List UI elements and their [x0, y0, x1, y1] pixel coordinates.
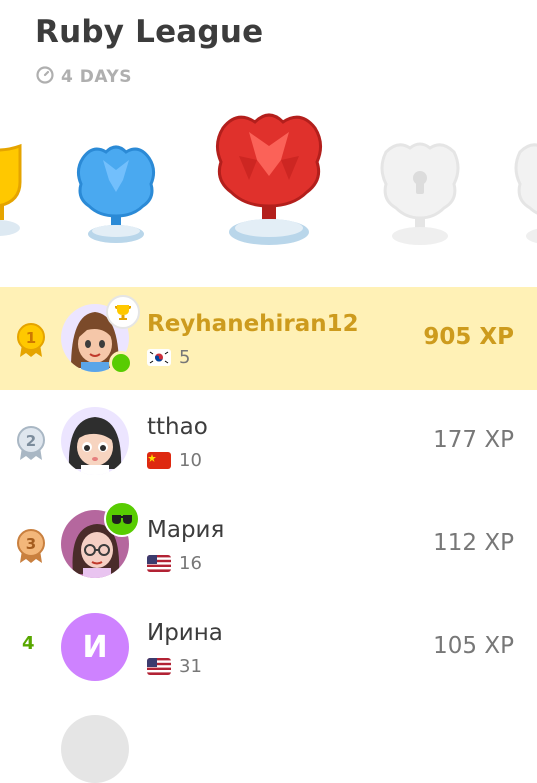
- bronze-medal-icon: 3: [17, 529, 45, 563]
- ruby-trophy-icon: [216, 113, 322, 245]
- leaderboard-row-1[interactable]: 1 Reyhanehiran12 5 905 XP: [0, 287, 537, 390]
- avatar[interactable]: И: [61, 613, 129, 681]
- streak-count: 31: [179, 656, 202, 677]
- rank-number: 1: [26, 329, 36, 347]
- username: Reyhanehiran12: [147, 311, 359, 337]
- usa-flag-icon: [147, 658, 171, 675]
- league-title: Ruby League: [35, 14, 264, 50]
- rank-number: 2: [26, 432, 36, 450]
- locked-trophy-icon: [380, 142, 460, 245]
- stopwatch-icon: [36, 66, 54, 88]
- timer-text: 4 DAYS: [61, 67, 132, 87]
- league-trophies: [0, 100, 537, 260]
- rank-number: 4: [22, 633, 35, 654]
- gold-trophy-icon: [0, 143, 22, 236]
- leaderboard-row-3[interactable]: 3 Мария 16 112 XP: [0, 493, 537, 596]
- online-status-dot: [109, 351, 133, 375]
- leaderboard-row-4[interactable]: 4 И Ирина 31 105 XP: [0, 596, 537, 699]
- silver-medal-icon: 2: [17, 426, 45, 460]
- sunglasses-badge-icon: [104, 501, 140, 537]
- trophy-badge-icon: [106, 295, 140, 329]
- locked-trophy-icon: [514, 143, 537, 244]
- south-korea-flag-icon: [147, 349, 171, 366]
- xp-value: 112 XP: [433, 530, 514, 556]
- xp-value: 105 XP: [433, 633, 514, 659]
- streak-count: 10: [179, 450, 202, 471]
- username: tthao: [147, 414, 208, 440]
- leaderboard-row-2[interactable]: 2 tthao 10 177 XP: [0, 390, 537, 493]
- streak-count: 16: [179, 553, 202, 574]
- avatar-initial: И: [82, 629, 108, 665]
- avatar: [61, 715, 129, 783]
- china-flag-icon: [147, 452, 171, 469]
- streak-count: 5: [179, 347, 191, 368]
- usa-flag-icon: [147, 555, 171, 572]
- timer: 4 DAYS: [36, 66, 132, 88]
- xp-value: 905 XP: [423, 324, 514, 350]
- sapphire-trophy-icon: [76, 145, 156, 243]
- avatar[interactable]: [61, 407, 129, 475]
- gold-medal-icon: 1: [17, 323, 45, 357]
- username: Мария: [147, 517, 225, 543]
- xp-value: 177 XP: [433, 427, 514, 453]
- username: Ирина: [147, 620, 223, 646]
- rank-number: 3: [26, 535, 36, 553]
